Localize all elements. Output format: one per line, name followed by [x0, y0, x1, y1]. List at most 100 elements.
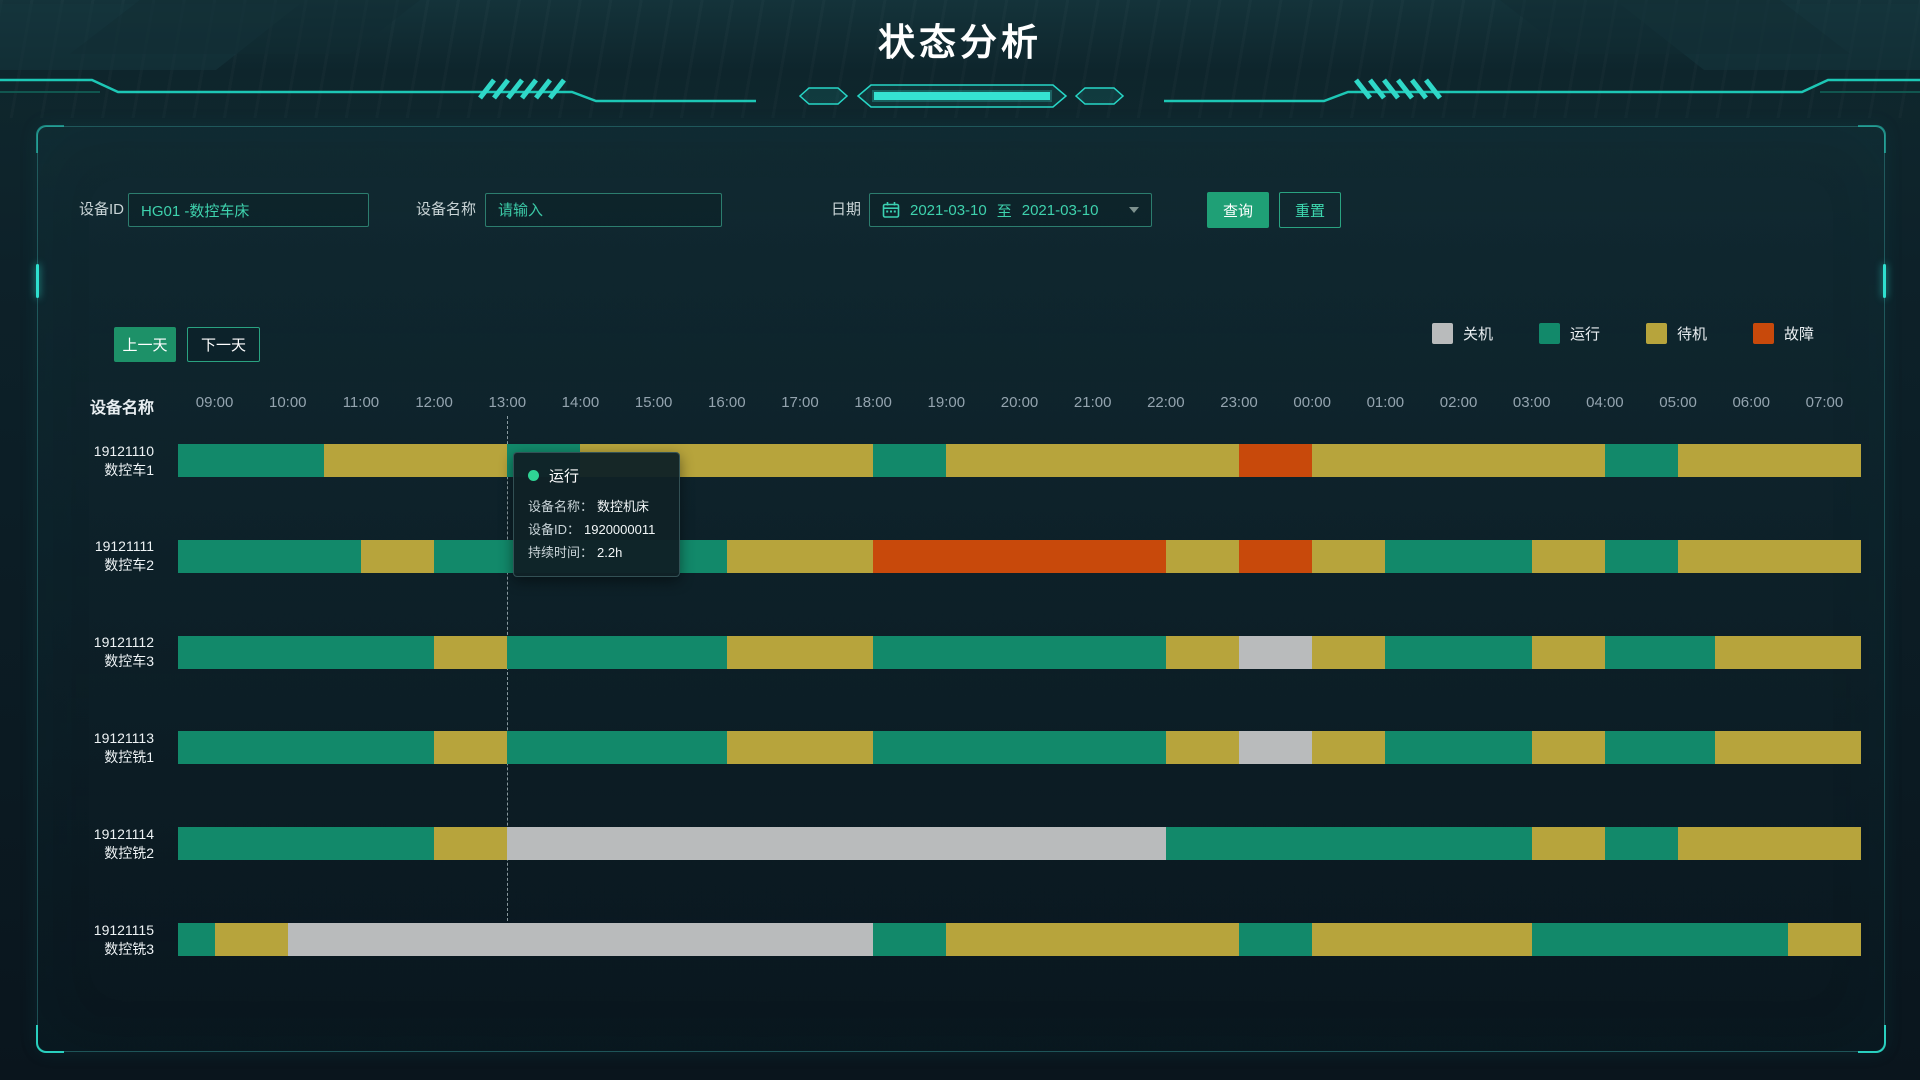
status-segment-idle[interactable]: [727, 636, 873, 669]
device-id: 19121111: [58, 537, 154, 556]
tooltip-row: 设备ID：1920000011: [528, 518, 665, 541]
status-segment-run[interactable]: [1385, 731, 1531, 764]
status-segment-fault[interactable]: [873, 540, 1166, 573]
time-tick: 13:00: [489, 394, 527, 411]
device-label: 19121112数控车3: [58, 633, 154, 671]
tooltip-row: 设备名称：数控机床: [528, 495, 665, 518]
status-segment-idle[interactable]: [1532, 636, 1605, 669]
status-segment-fault[interactable]: [1239, 540, 1312, 573]
status-segment-run[interactable]: [1605, 444, 1678, 477]
status-segment-off[interactable]: [288, 923, 873, 956]
tooltip-rows: 设备名称：数控机床设备ID：1920000011持续时间：2.2h: [528, 495, 665, 564]
status-segment-idle[interactable]: [1678, 444, 1861, 477]
status-segment-idle[interactable]: [946, 923, 1239, 956]
status-segment-idle[interactable]: [1678, 540, 1861, 573]
status-bar: [178, 731, 1861, 764]
device-row: 19121114数控铣2: [38, 827, 1884, 860]
tooltip-value: 1920000011: [584, 522, 655, 537]
status-bar: [178, 444, 1861, 477]
time-tick: 01:00: [1367, 394, 1405, 411]
time-tick: 18:00: [854, 394, 892, 411]
status-segment-idle[interactable]: [434, 827, 507, 860]
device-id: 19121114: [58, 825, 154, 844]
status-segment-off[interactable]: [1239, 731, 1312, 764]
status-segment-run[interactable]: [178, 827, 434, 860]
status-analysis-page: 状态分析 设备ID 设备名称 日期: [0, 0, 1920, 1080]
status-segment-run[interactable]: [873, 731, 1166, 764]
status-segment-run[interactable]: [178, 444, 324, 477]
status-segment-run[interactable]: [178, 731, 434, 764]
status-segment-idle[interactable]: [1532, 827, 1605, 860]
status-segment-idle[interactable]: [1166, 636, 1239, 669]
device-label: 19121111数控车2: [58, 537, 154, 575]
status-segment-run[interactable]: [873, 923, 946, 956]
status-segment-idle[interactable]: [1166, 731, 1239, 764]
device-label: 19121114数控铣2: [58, 825, 154, 863]
time-tick: 03:00: [1513, 394, 1551, 411]
status-segment-run[interactable]: [1166, 827, 1532, 860]
status-segment-run[interactable]: [873, 636, 1166, 669]
status-segment-idle[interactable]: [1715, 636, 1861, 669]
status-segment-idle[interactable]: [1532, 731, 1605, 764]
status-segment-idle[interactable]: [946, 444, 1239, 477]
status-segment-idle[interactable]: [324, 444, 507, 477]
status-segment-run[interactable]: [873, 444, 946, 477]
device-row: 19121110数控车1: [38, 444, 1884, 477]
status-bar: [178, 827, 1861, 860]
time-tick: 19:00: [928, 394, 966, 411]
status-segment-idle[interactable]: [727, 731, 873, 764]
time-tick: 11:00: [343, 394, 379, 411]
status-segment-fault[interactable]: [1239, 444, 1312, 477]
status-segment-idle[interactable]: [1312, 540, 1385, 573]
device-id: 19121113: [58, 729, 154, 748]
status-segment-idle[interactable]: [1312, 444, 1605, 477]
status-tooltip: 运行 设备名称：数控机床设备ID：1920000011持续时间：2.2h: [513, 452, 680, 577]
device-name: 数控铣1: [58, 748, 154, 767]
time-tick: 17:00: [781, 394, 819, 411]
status-dot-icon: [528, 470, 539, 481]
device-id: 19121110: [58, 442, 154, 461]
device-row: 19121112数控车3: [38, 636, 1884, 669]
status-segment-run[interactable]: [1239, 923, 1312, 956]
tooltip-status: 运行: [549, 465, 579, 486]
status-segment-off[interactable]: [507, 827, 1166, 860]
status-segment-idle[interactable]: [1312, 636, 1385, 669]
status-segment-run[interactable]: [1605, 636, 1715, 669]
status-segment-idle[interactable]: [1678, 827, 1861, 860]
time-tick: 04:00: [1586, 394, 1624, 411]
status-segment-idle[interactable]: [434, 731, 507, 764]
status-segment-run[interactable]: [1605, 731, 1715, 764]
time-axis: 09:0010:0011:0012:0013:0014:0015:0016:00…: [178, 394, 1861, 414]
time-tick: 06:00: [1732, 394, 1770, 411]
status-segment-idle[interactable]: [1788, 923, 1861, 956]
status-segment-run[interactable]: [178, 923, 215, 956]
status-segment-idle[interactable]: [361, 540, 434, 573]
status-segment-idle[interactable]: [1312, 923, 1532, 956]
status-segment-idle[interactable]: [1312, 731, 1385, 764]
status-segment-run[interactable]: [1532, 923, 1788, 956]
status-segment-run[interactable]: [1385, 540, 1531, 573]
status-segment-idle[interactable]: [1532, 540, 1605, 573]
status-segment-run[interactable]: [178, 636, 434, 669]
status-segment-run[interactable]: [178, 540, 361, 573]
time-tick: 23:00: [1220, 394, 1258, 411]
time-tick: 09:00: [196, 394, 234, 411]
status-segment-run[interactable]: [1385, 636, 1531, 669]
status-segment-idle[interactable]: [727, 540, 873, 573]
status-segment-idle[interactable]: [215, 923, 288, 956]
main-panel: 设备ID 设备名称 日期 2021-03-10 至 2021-03-10: [37, 126, 1885, 1052]
time-tick: 15:00: [635, 394, 673, 411]
status-segment-run[interactable]: [507, 636, 727, 669]
status-segment-idle[interactable]: [1166, 540, 1239, 573]
status-segment-off[interactable]: [1239, 636, 1312, 669]
time-tick: 02:00: [1440, 394, 1478, 411]
status-segment-run[interactable]: [507, 731, 727, 764]
status-segment-run[interactable]: [1605, 540, 1678, 573]
status-segment-idle[interactable]: [434, 636, 507, 669]
device-name: 数控车1: [58, 461, 154, 480]
time-tick: 00:00: [1293, 394, 1331, 411]
tooltip-title: 运行: [528, 465, 665, 486]
device-label: 19121115数控铣3: [58, 921, 154, 959]
status-segment-idle[interactable]: [1715, 731, 1861, 764]
status-segment-run[interactable]: [1605, 827, 1678, 860]
